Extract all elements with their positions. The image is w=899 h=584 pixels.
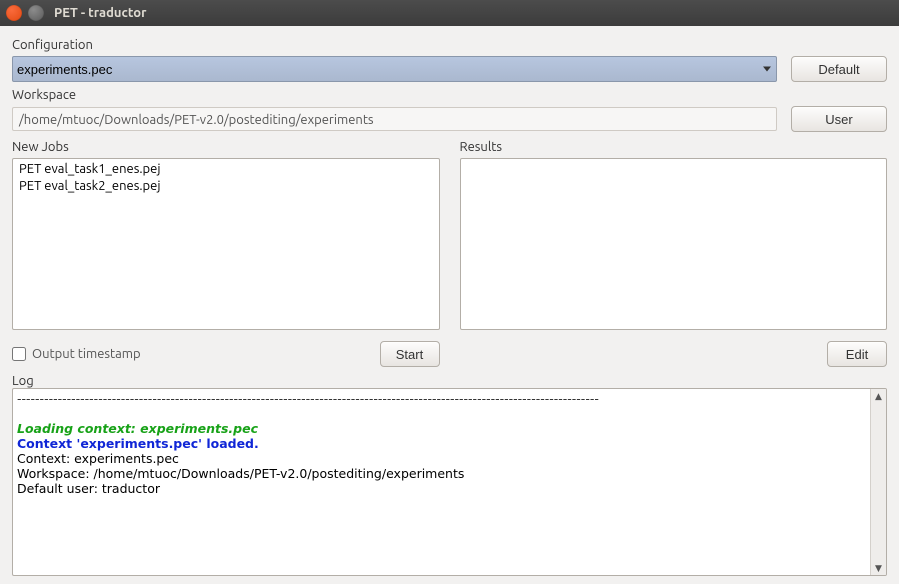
list-item[interactable]: PET eval_task2_enes.pej bbox=[17, 178, 435, 195]
results-label: Results bbox=[460, 140, 888, 154]
new-jobs-label: New Jobs bbox=[12, 140, 440, 154]
configuration-label: Configuration bbox=[12, 38, 887, 52]
log-scrollbar[interactable]: ▲ ▼ bbox=[870, 389, 886, 575]
output-timestamp-input[interactable] bbox=[12, 347, 26, 361]
results-listbox[interactable] bbox=[460, 158, 888, 330]
start-button[interactable]: Start bbox=[380, 341, 440, 367]
jobs-column: New Jobs PET eval_task1_enes.pej PET eva… bbox=[12, 138, 440, 368]
output-timestamp-checkbox[interactable]: Output timestamp bbox=[12, 347, 141, 361]
log-box: ----------------------------------------… bbox=[12, 388, 887, 576]
log-separator: ----------------------------------------… bbox=[17, 391, 868, 406]
workspace-path: /home/mtuoc/Downloads/PET-v2.0/postediti… bbox=[12, 107, 777, 131]
log-line-user: Default user: traductor bbox=[17, 481, 868, 496]
log-line-loading: Loading context: experiments.pec bbox=[17, 421, 868, 436]
edit-button[interactable]: Edit bbox=[827, 341, 887, 367]
list-item[interactable]: PET eval_task1_enes.pej bbox=[17, 161, 435, 178]
log-label: Log bbox=[12, 374, 887, 388]
workspace-label: Workspace bbox=[12, 88, 887, 102]
log-line-loaded: Context 'experiments.pec' loaded. bbox=[17, 436, 868, 451]
log-line-workspace: Workspace: /home/mtuoc/Downloads/PET-v2.… bbox=[17, 466, 868, 481]
log-content: ----------------------------------------… bbox=[17, 391, 868, 573]
close-icon[interactable] bbox=[6, 5, 22, 21]
configuration-combo[interactable]: experiments.pec bbox=[12, 56, 777, 82]
jobs-listbox[interactable]: PET eval_task1_enes.pej PET eval_task2_e… bbox=[12, 158, 440, 330]
results-column: Results Edit bbox=[460, 138, 888, 368]
user-button[interactable]: User bbox=[791, 106, 887, 132]
titlebar: PET - traductor bbox=[0, 0, 899, 26]
scroll-down-icon[interactable]: ▼ bbox=[872, 561, 886, 575]
window-title: PET - traductor bbox=[54, 6, 146, 20]
minimize-icon[interactable] bbox=[28, 5, 44, 21]
log-line-context: Context: experiments.pec bbox=[17, 451, 868, 466]
default-button[interactable]: Default bbox=[791, 56, 887, 82]
content-area: Configuration experiments.pec Default Wo… bbox=[0, 26, 899, 584]
scroll-track[interactable] bbox=[871, 403, 886, 561]
configuration-select[interactable]: experiments.pec bbox=[12, 56, 777, 82]
app-window: PET - traductor Configuration experiment… bbox=[0, 0, 899, 584]
output-timestamp-label: Output timestamp bbox=[32, 347, 141, 361]
scroll-up-icon[interactable]: ▲ bbox=[872, 389, 886, 403]
